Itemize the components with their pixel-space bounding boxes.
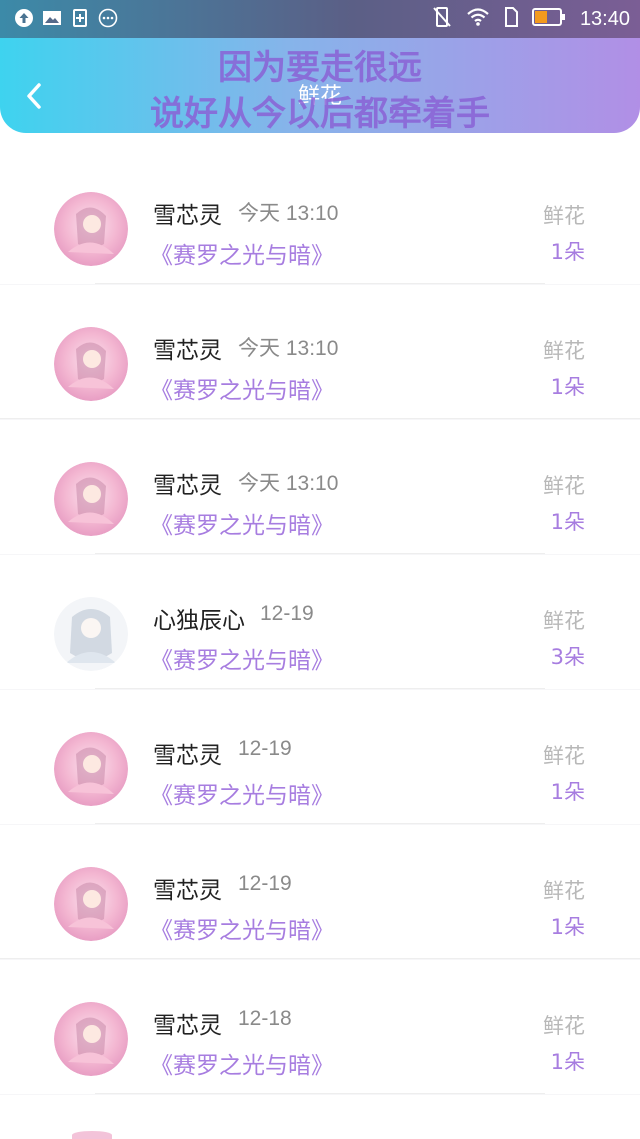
gift-count: 1朵: [550, 780, 585, 804]
divider: [95, 688, 545, 689]
list-item[interactable]: 雪芯灵 12-19 《赛罗之光与暗》 鲜花 1朵: [0, 825, 640, 959]
avatar[interactable]: [54, 732, 128, 806]
list-item[interactable]: 雪芯灵 12-18 《赛罗之光与暗》 鲜花 1朵: [0, 960, 640, 1094]
list-item[interactable]: 雪芯灵 今天 13:10 《赛罗之光与暗》 鲜花 1朵: [0, 420, 640, 554]
gift-count: 1朵: [550, 1050, 585, 1074]
divider: [95, 283, 545, 284]
avatar[interactable]: [54, 327, 128, 401]
gift-time: 12-19: [238, 872, 292, 895]
gift-count: 1朵: [550, 915, 585, 939]
list-item[interactable]: 雪芯灵 今天 13:10 《赛罗之光与暗》 鲜花 1朵: [0, 150, 640, 284]
gift-type: 鲜花: [543, 1014, 585, 1038]
sender-name: 雪芯灵: [153, 473, 222, 499]
avatar[interactable]: [54, 192, 128, 266]
list-item[interactable]: 雪芯灵 今天 13:10 《赛罗之光与暗》 鲜花 1朵: [0, 285, 640, 419]
gift-count: 1朵: [550, 510, 585, 534]
sim-icon: [504, 7, 518, 31]
book-title-link[interactable]: 《赛罗之光与暗》: [150, 506, 334, 540]
list-item[interactable]: 心独辰心 12-19 《赛罗之光与暗》 鲜花 3朵: [0, 555, 640, 689]
book-title-link[interactable]: 《赛罗之光与暗》: [150, 911, 334, 945]
gift-list-container: 雪芯灵 今天 13:10 《赛罗之光与暗》 鲜花 1朵 雪芯灵 今天 13:10…: [0, 150, 640, 1139]
book-title-link[interactable]: 《赛罗之光与暗》: [150, 776, 334, 810]
avatar[interactable]: [54, 1002, 128, 1076]
divider: [95, 553, 545, 554]
gift-time: 今天 13:10: [238, 472, 339, 495]
battery-icon: [531, 8, 566, 30]
divider: [0, 418, 640, 419]
gift-time: 12-19: [260, 602, 314, 625]
book-title-link[interactable]: 《赛罗之光与暗》: [150, 1046, 334, 1080]
gift-count: 1朵: [550, 375, 585, 399]
gift-type: 鲜花: [543, 744, 585, 768]
divider: [95, 1093, 545, 1094]
overlay-caption-line-2: 说好从今以后都牵着手: [150, 94, 490, 134]
gift-time: 今天 13:10: [238, 202, 339, 225]
book-title-link[interactable]: 《赛罗之光与暗》: [150, 641, 334, 675]
header-bar: 13:40 鲜花 因为要走很远 说好从今以后都牵着手: [0, 0, 640, 134]
sender-name: 心独辰心: [153, 608, 245, 634]
image-icon: [42, 8, 62, 28]
gift-count: 1朵: [550, 240, 585, 264]
gift-type: 鲜花: [543, 474, 585, 498]
wifi-icon: [466, 7, 490, 31]
list-item-partial[interactable]: [0, 1095, 640, 1139]
gift-type: 鲜花: [543, 609, 585, 633]
gift-type: 鲜花: [543, 879, 585, 903]
status-system: 13:40: [432, 6, 630, 32]
clock: 13:40: [579, 7, 630, 30]
book-title-link[interactable]: 《赛罗之光与暗》: [150, 236, 334, 270]
sender-name: 雪芯灵: [153, 203, 222, 229]
vibrate-off-icon: [432, 6, 452, 32]
avatar[interactable]: [54, 867, 128, 941]
gift-count: 3朵: [550, 645, 585, 669]
sender-name: 雪芯灵: [153, 878, 222, 904]
divider: [95, 823, 545, 824]
more-icon: [98, 8, 118, 28]
sender-name: 雪芯灵: [153, 338, 222, 364]
avatar[interactable]: [54, 597, 128, 671]
gift-type: 鲜花: [543, 339, 585, 363]
overlay-caption-line-1: 因为要走很远: [218, 48, 422, 88]
battery-saver-icon: [70, 8, 90, 28]
avatar[interactable]: [54, 462, 128, 536]
gift-time: 12-19: [238, 737, 292, 760]
sender-name: 雪芯灵: [153, 1013, 222, 1039]
gift-time: 今天 13:10: [238, 337, 339, 360]
upload-icon: [14, 8, 34, 28]
status-notifications: [14, 8, 118, 28]
status-bar: 13:40: [0, 0, 640, 38]
book-title-link[interactable]: 《赛罗之光与暗》: [150, 371, 334, 405]
gift-type: 鲜花: [543, 204, 585, 228]
sender-name: 雪芯灵: [153, 743, 222, 769]
gift-time: 12-18: [238, 1007, 292, 1030]
divider: [0, 958, 640, 959]
list-item[interactable]: 雪芯灵 12-19 《赛罗之光与暗》 鲜花 1朵: [0, 690, 640, 824]
